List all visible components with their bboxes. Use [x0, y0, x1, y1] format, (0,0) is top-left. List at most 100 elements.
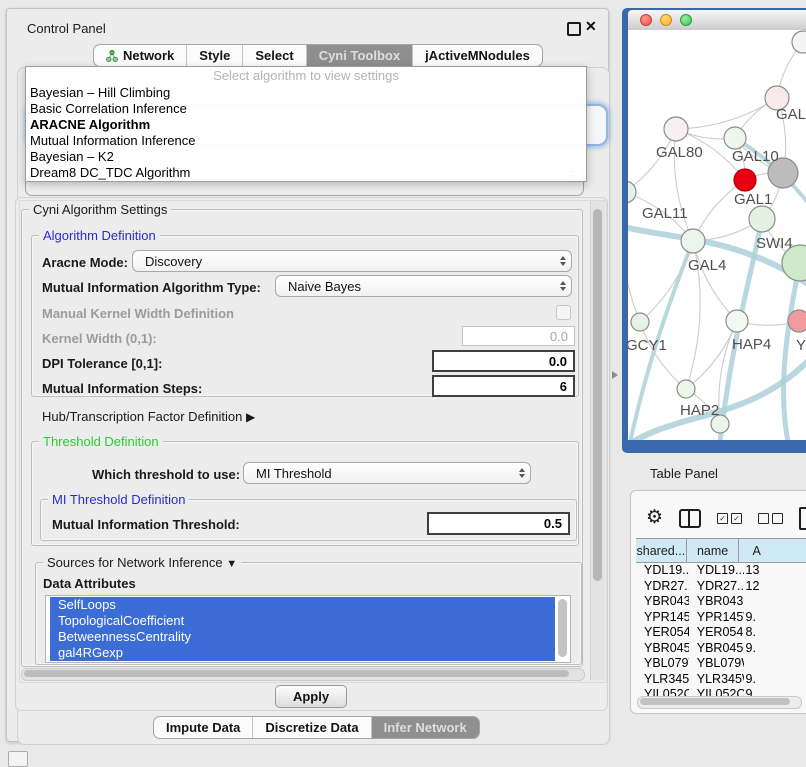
- spinner-arrows-icon: [514, 468, 530, 478]
- export-table-icon[interactable]: [799, 507, 806, 530]
- manual-kernel-checkbox[interactable]: [556, 305, 571, 320]
- aracne-mode-combobox[interactable]: Discovery: [132, 250, 572, 272]
- table-row[interactable]: YBR045CYBR045C9.: [636, 641, 806, 657]
- column-header[interactable]: name: [687, 539, 740, 562]
- column-header[interactable]: shared...: [636, 539, 687, 562]
- attribute-list-item[interactable]: BetweennessCentrality: [50, 629, 555, 645]
- column-header[interactable]: A: [739, 539, 806, 562]
- control-panel-tabbar: Network Style Select Cyni Toolbox jActiv…: [93, 44, 543, 67]
- zoom-traffic-light-icon[interactable]: [680, 14, 692, 26]
- settings-vscrollbar: [590, 201, 605, 680]
- table-cell: YPR145W: [689, 610, 744, 626]
- table-row[interactable]: YDL19...YDL19...13: [636, 563, 806, 579]
- network-node-gal80[interactable]: [664, 117, 688, 141]
- table-cell: YDL19...: [689, 563, 744, 579]
- data-attributes-listbox: SelfLoopsTopologicalCoefficientBetweenne…: [45, 595, 571, 663]
- mi-steps-label: Mutual Information Steps:: [42, 381, 202, 396]
- dropdown-placeholder: Select algorithm to view settings: [26, 67, 586, 85]
- network-node-gal10[interactable]: [724, 127, 746, 149]
- tab-discretize-data[interactable]: Discretize Data: [253, 717, 371, 738]
- which-threshold-value: MI Threshold: [244, 466, 514, 481]
- table-cell: YBL079W: [689, 656, 744, 672]
- table-cell: YPR145W: [636, 610, 689, 626]
- control-panel-window: Control Panel ✕ Network Style Select Cyn…: [6, 8, 609, 742]
- table-row[interactable]: YPR145WYPR145W9.: [636, 610, 806, 626]
- select-all-columns-icon[interactable]: ✓✓: [717, 513, 742, 524]
- dropdown-item[interactable]: Bayesian – Hill Climbing: [26, 85, 586, 101]
- settings-hscrollbar-thumb[interactable]: [24, 670, 569, 677]
- which-threshold-combobox[interactable]: MI Threshold: [243, 462, 531, 484]
- network-node-gal4[interactable]: [681, 229, 705, 253]
- apply-button[interactable]: Apply: [275, 685, 347, 708]
- attribute-list-item[interactable]: TopologicalCoefficient: [50, 613, 555, 629]
- network-node-swi4[interactable]: [749, 206, 775, 232]
- table-toolbar: ⚙ ✓✓: [646, 505, 806, 531]
- tab-cyni-toolbox[interactable]: Cyni Toolbox: [307, 45, 413, 66]
- settings-vscrollbar-thumb[interactable]: [593, 209, 602, 581]
- mi-threshold-definition-legend: MI Threshold Definition: [48, 492, 189, 507]
- mi-threshold-label: Mutual Information Threshold:: [52, 517, 240, 532]
- tab-infer-network[interactable]: Infer Network: [372, 717, 479, 738]
- close-traffic-light-icon[interactable]: [640, 14, 652, 26]
- network-node-y[interactable]: [788, 310, 806, 332]
- gear-icon[interactable]: ⚙: [646, 508, 663, 528]
- dpi-tolerance-field[interactable]: [432, 350, 575, 372]
- minimized-panel-button[interactable]: [8, 751, 28, 767]
- mi-steps-field[interactable]: [432, 375, 575, 397]
- network-node-gcy1[interactable]: [631, 313, 649, 331]
- network-icon: [106, 50, 118, 62]
- table-cell: YDR27...: [636, 579, 689, 595]
- aracne-mode-label: Aracne Mode:: [42, 255, 128, 270]
- kernel-width-label: Kernel Width (0,1):: [42, 331, 157, 346]
- node-label: GCY1: [628, 337, 667, 354]
- chevron-down-icon[interactable]: ▼: [226, 558, 237, 570]
- attribute-list-item[interactable]: SelfLoops: [50, 597, 555, 613]
- tab-select[interactable]: Select: [243, 45, 306, 66]
- network-node-hap4[interactable]: [726, 310, 748, 332]
- mi-threshold-field[interactable]: [427, 512, 570, 535]
- table-row[interactable]: YDR27...YDR27...12: [636, 579, 806, 595]
- network-view-canvas[interactable]: GALGAL80GAL10GAL1GAL11SWI4GAL4GCY1HAP4YH…: [628, 30, 806, 440]
- table-cell: YBL079W: [636, 656, 689, 672]
- mi-type-label: Mutual Information Algorithm Type:: [42, 280, 261, 295]
- network-node-gal1[interactable]: [734, 169, 756, 191]
- dropdown-item[interactable]: Dream8 DC_TDC Algorithm: [26, 165, 586, 181]
- hub-definition-expander[interactable]: Hub/Transcription Factor Definition ▶: [42, 409, 255, 424]
- float-window-icon[interactable]: [567, 22, 581, 36]
- table-cell: YDL19...: [636, 563, 689, 579]
- splitter-handle[interactable]: [612, 371, 618, 379]
- network-node-hap2[interactable]: [677, 380, 695, 398]
- network-node[interactable]: [792, 31, 806, 53]
- attribute-list-item[interactable]: gal4RGexp: [50, 645, 555, 661]
- spinner-arrows-icon: [555, 281, 571, 291]
- kernel-width-field[interactable]: [462, 326, 575, 346]
- mi-type-combobox[interactable]: Naive Bayes: [275, 275, 572, 297]
- list-scrollbar-thumb[interactable]: [558, 599, 567, 657]
- network-window-titlebar[interactable]: [628, 10, 806, 30]
- table-cell: YER054C: [689, 625, 744, 641]
- tab-network[interactable]: Network: [94, 45, 187, 66]
- attribute-items: SelfLoopsTopologicalCoefficientBetweenne…: [46, 596, 570, 661]
- minimize-traffic-light-icon[interactable]: [660, 14, 672, 26]
- dropdown-item[interactable]: Bayesian – K2: [26, 149, 586, 165]
- table-hscrollbar-thumb[interactable]: [640, 698, 790, 705]
- table-row[interactable]: YER054CYER054C8.: [636, 625, 806, 641]
- table-cell: YBR045C: [636, 641, 689, 657]
- node-label: GAL10: [732, 148, 779, 165]
- table-panel-title: Table Panel: [650, 466, 718, 481]
- table-row[interactable]: YBR043CYBR043C: [636, 594, 806, 610]
- close-icon[interactable]: ✕: [585, 18, 597, 35]
- dropdown-item[interactable]: Mutual Information Inference: [26, 133, 586, 149]
- table-row[interactable]: YLR345WYLR345W9.: [636, 672, 806, 688]
- tab-style[interactable]: Style: [187, 45, 243, 66]
- tab-jactivemnodules[interactable]: jActiveMNodules: [413, 45, 542, 66]
- dropdown-item[interactable]: Basic Correlation Inference: [26, 101, 586, 117]
- table-row[interactable]: YBL079WYBL079W: [636, 656, 806, 672]
- split-columns-icon[interactable]: [679, 509, 701, 528]
- tab-impute-data[interactable]: Impute Data: [154, 717, 253, 738]
- dropdown-item[interactable]: ARACNE Algorithm: [26, 117, 586, 133]
- node-label: SWI4: [756, 235, 793, 252]
- deselect-all-columns-icon[interactable]: [758, 513, 783, 524]
- hub-definition-label: Hub/Transcription Factor Definition: [42, 409, 242, 424]
- table-cell: [744, 656, 806, 672]
